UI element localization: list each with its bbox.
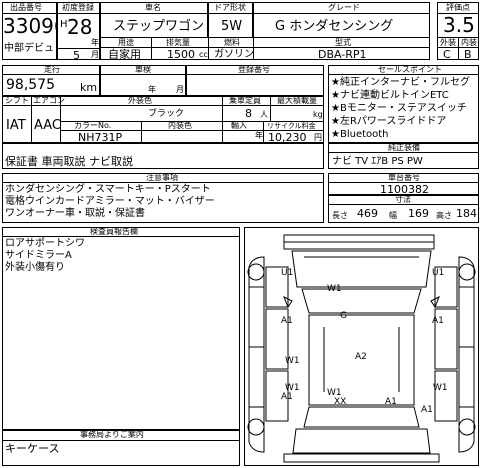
doors: 5W: [221, 19, 243, 34]
features-label: セールスポイント: [378, 65, 442, 74]
mileage-unit: km: [80, 81, 98, 94]
recycle-label: リサイクル料金: [267, 122, 316, 130]
use: 自家用: [108, 48, 141, 61]
grade: G ホンダセンシング: [275, 19, 394, 34]
mark-a1-left-front: A1: [281, 316, 293, 326]
capacity-unit: 人: [260, 110, 268, 119]
year: 28: [67, 15, 93, 39]
mark-w1-right-rear: W1: [433, 383, 448, 393]
note-line-2: ワンオーナー車・取説・保証書: [5, 208, 145, 219]
color: ブラック: [148, 109, 185, 119]
shift: IAT: [6, 118, 26, 133]
car-name: ステップワゴン: [113, 19, 205, 34]
load-unit: kg: [313, 110, 323, 119]
mark-a1-right-rear: A1: [421, 405, 433, 415]
fuel-label: 燃料: [224, 38, 240, 47]
inspector-line-0: ロアサポートシワ: [5, 238, 85, 249]
mileage-label: 走行: [44, 65, 60, 74]
warranty-text: 保証書 車両取説 ナビ取説: [5, 155, 133, 168]
fuel: ガソリン: [214, 49, 254, 60]
mark-w1-front: W1: [327, 284, 342, 294]
interior-grade: B: [464, 48, 472, 61]
feature-item-1: ★ナビ連動ビルトインETC: [331, 90, 449, 101]
office-label: 事務局よりご案内: [80, 430, 144, 439]
vehicle-check-label: 車検: [135, 65, 151, 74]
chassis-label: 車台番号: [388, 173, 420, 182]
feature-item-3: ★左Rパワースライドドア: [331, 116, 447, 127]
import-unit: 年: [255, 131, 263, 140]
notes-lines: ホンダセンシング・スマートキー・Pスタート 電格ウインカードアミラー・マット・バイ…: [5, 184, 323, 220]
year-unit: 年: [91, 38, 99, 47]
shift-label: シフト: [5, 96, 29, 105]
mark-xx-rear: XX: [334, 397, 347, 407]
interior-color-label: 内装色: [168, 121, 192, 130]
equipment-text: ナビ TV ｴｱB PS PW: [332, 156, 423, 167]
equipment-label: 純正装備: [388, 143, 420, 152]
height-label: 高さ: [436, 211, 452, 220]
recycle-yen: 円: [314, 133, 322, 142]
inspector-lines: ロアサポートシワ サイドミラーA 外装小傷有り: [5, 238, 237, 274]
capacity-label: 乗車定員: [229, 96, 261, 105]
note-line-1: 電格ウインカードアミラー・マット・バイザー: [5, 196, 215, 207]
displacement-label: 排気量: [166, 38, 190, 47]
inspector-line-1: サイドミラーA: [5, 250, 72, 261]
exterior-grade: C: [443, 48, 451, 61]
mark-a1-left-rear: A1: [281, 392, 293, 402]
change-label: 中部デビュ: [4, 43, 54, 54]
mark-a2-roof: A2: [355, 352, 367, 362]
aircon-label: エアコン: [33, 96, 65, 105]
length-label: 長さ: [332, 211, 348, 220]
mark-a1-rear: A1: [385, 397, 397, 407]
mark-a1-right-front: A1: [432, 316, 444, 326]
note-line-0: ホンダセンシング・スマートキー・Pスタート: [5, 184, 211, 195]
capacity: 8: [245, 107, 252, 120]
vehicle-check-month: 月: [176, 85, 184, 94]
doors-label: ドア形状: [214, 3, 246, 12]
month: 5: [73, 49, 80, 62]
mark-g-roof: G: [340, 311, 347, 321]
width-label: 幅: [389, 211, 397, 220]
use-row: [100, 37, 430, 60]
feature-item-4: ★Bluetooth: [331, 129, 389, 140]
score-label: 評価点: [446, 3, 470, 12]
interior-grade-label: 内装: [461, 38, 477, 47]
mark-w1-left-front: W1: [285, 356, 300, 366]
load-label: 最大積載量: [277, 96, 317, 105]
lot-label: 出品番号: [10, 3, 42, 12]
first-reg-label: 初度登録: [62, 3, 94, 12]
inspector-line-2: 外装小傷有り: [5, 262, 65, 273]
feature-item-0: ★純正インターナビ・フルセグ: [331, 77, 470, 88]
car-outline-diagram: [247, 234, 476, 463]
mileage-value: 98,575: [6, 77, 55, 93]
features-list: ★純正インターナビ・フルセグ ★ナビ連動ビルトインETC ★Bモニター・ステアスイッ…: [331, 76, 477, 141]
import-label: 輸入: [231, 121, 247, 130]
exterior-grade-label: 外装: [440, 38, 456, 47]
model: DBA-RP1: [318, 48, 367, 61]
month-unit: 月: [91, 50, 99, 59]
office-text: キーケース: [5, 442, 60, 455]
mark-u1-left: U1: [281, 268, 294, 278]
mark-w1-left-rear: W1: [285, 383, 300, 393]
aircon: AAC: [34, 118, 61, 133]
registration-label: 登録番号: [238, 65, 270, 74]
use-label: 用途: [118, 38, 134, 47]
color-label: 外装色: [128, 96, 152, 105]
score: 3.5: [443, 13, 475, 37]
inspector-label: 検査員報告欄: [90, 227, 138, 236]
feature-item-2: ★Bモニター・ステアスイッチ: [331, 103, 467, 114]
displacement: 1500: [167, 48, 195, 61]
mark-u1-right: U1: [432, 268, 445, 278]
notes-label: 注意事項: [146, 173, 178, 182]
model-label: 型式: [335, 38, 351, 47]
vehicle-check-year: 年: [148, 85, 156, 94]
color-no-label: カラーNo.: [74, 121, 112, 130]
car-name-label: 車名: [145, 3, 161, 12]
grade-label: グレード: [328, 3, 360, 12]
height: 184: [456, 207, 477, 220]
dimensions-label: 寸法: [395, 195, 411, 204]
width: 169: [408, 207, 429, 220]
cc-unit: cc: [199, 50, 208, 59]
length: 469: [357, 207, 378, 220]
